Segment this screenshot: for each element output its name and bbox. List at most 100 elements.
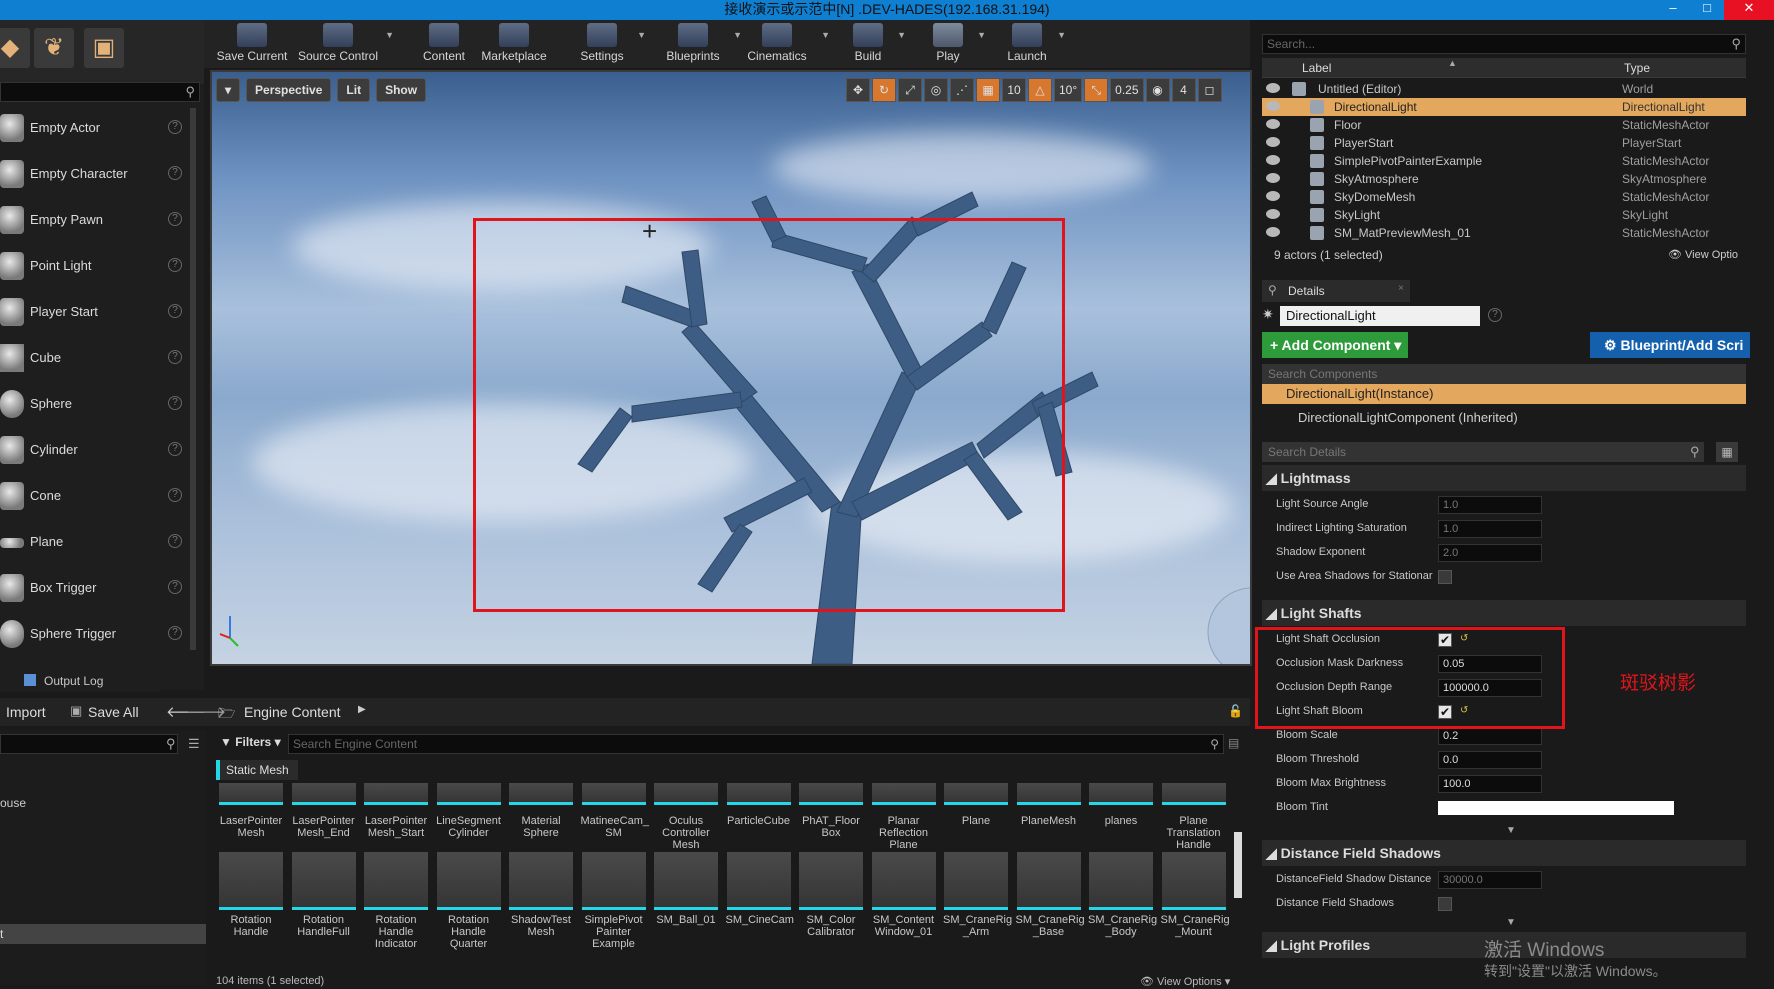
property-value-input[interactable]: 1.0 — [1438, 520, 1542, 538]
filters-button[interactable]: ▼ Filters ▾ — [220, 735, 281, 749]
help-icon[interactable]: ? — [168, 488, 182, 502]
property-value-input[interactable]: 100.0 — [1438, 775, 1542, 793]
source-folder-item[interactable]: ouse — [0, 796, 26, 810]
dropdown-arrow-icon[interactable]: ▼ — [385, 30, 394, 40]
place-item[interactable]: Point Light? — [0, 246, 190, 286]
property-matrix-icon[interactable]: ▦ — [1716, 442, 1738, 462]
visibility-eye-icon[interactable] — [1266, 191, 1280, 201]
asset-tile[interactable]: PlaneMesh — [1016, 783, 1082, 827]
dropdown-arrow-icon[interactable]: ▼ — [897, 30, 906, 40]
asset-tile[interactable]: Plane — [943, 783, 1009, 827]
outliner-row[interactable]: Untitled (Editor) World — [1262, 80, 1746, 98]
lit-button[interactable]: Lit — [337, 78, 371, 102]
grid-snap-icon[interactable]: ▦ — [976, 78, 1000, 102]
output-log-tab[interactable]: Output Log — [0, 670, 160, 692]
visibility-eye-icon[interactable] — [1266, 101, 1280, 111]
component-inherited[interactable]: DirectionalLightComponent (Inherited) — [1262, 408, 1746, 428]
asset-tile[interactable]: LineSegment Cylinder — [436, 783, 502, 839]
asset-tile[interactable]: SM_CraneRig _Mount — [1161, 852, 1230, 938]
visibility-eye-icon[interactable] — [1266, 155, 1280, 165]
camera-speed-icon[interactable]: ◉ — [1145, 78, 1170, 102]
save-search-icon[interactable]: ▤ — [1228, 736, 1239, 750]
property-value-input[interactable]: 0.0 — [1438, 751, 1542, 769]
help-icon[interactable]: ? — [168, 626, 182, 640]
asset-tile[interactable]: planes — [1088, 783, 1154, 827]
asset-tile[interactable]: Rotation HandleFull — [291, 852, 357, 938]
outliner-row[interactable]: SkyLight SkyLight — [1262, 206, 1746, 224]
asset-tile[interactable]: ShadowTest Mesh — [508, 852, 574, 938]
expand-advanced-icon[interactable]: ▼ — [1506, 825, 1516, 836]
minimize-icon[interactable]: – — [1656, 0, 1690, 20]
outliner-row[interactable]: SkyAtmosphere SkyAtmosphere — [1262, 170, 1746, 188]
outliner-row[interactable]: SkyDomeMesh StaticMeshActor — [1262, 188, 1746, 206]
sources-search-input[interactable] — [0, 734, 178, 754]
help-icon[interactable]: ? — [168, 304, 182, 318]
asset-tile[interactable]: Rotation Handle — [218, 852, 284, 938]
property-value-input[interactable]: 1.0 — [1438, 496, 1542, 514]
rotation-snap-icon[interactable]: △ — [1028, 78, 1052, 102]
asset-tile[interactable]: SM_Color Calibrator — [798, 852, 864, 938]
section-light-shafts[interactable]: ◢ Light Shafts — [1262, 600, 1746, 626]
property-value-input[interactable]: 2.0 — [1438, 544, 1542, 562]
asset-tile[interactable]: Oculus Controller Mesh — [653, 783, 719, 851]
property-checkbox[interactable] — [1438, 570, 1452, 584]
search-details-input[interactable]: Search Details — [1262, 442, 1704, 462]
save-current-button[interactable]: Save Current — [216, 20, 288, 68]
search-components-input[interactable]: Search Components — [1262, 364, 1746, 384]
asset-tile[interactable]: SM_CraneRig _Body — [1088, 852, 1157, 938]
build-button[interactable]: Build ▼ — [844, 20, 906, 68]
place-item[interactable]: Cylinder? — [0, 430, 190, 470]
camera-speed-value[interactable]: 4 — [1171, 78, 1196, 102]
dropdown-arrow-icon[interactable]: ▼ — [1057, 30, 1066, 40]
lock-icon[interactable]: 🔓 — [1228, 704, 1243, 718]
label-column-header[interactable]: Label — [1302, 61, 1331, 75]
play-button[interactable]: Play ▼ — [924, 20, 986, 68]
visibility-eye-icon[interactable] — [1266, 137, 1280, 147]
import-button[interactable]: Import — [6, 704, 46, 720]
place-item[interactable]: Empty Character? — [0, 154, 190, 194]
rotate-icon[interactable]: ↻ — [872, 78, 896, 102]
outliner-search-input[interactable]: Search... ⚲ — [1262, 34, 1746, 54]
category-basic-icon[interactable]: ◆ — [0, 28, 30, 68]
section-distance-field-shadows[interactable]: ◢ Distance Field Shadows — [1262, 840, 1746, 866]
show-button[interactable]: Show — [376, 78, 427, 102]
scale-icon[interactable]: ⤢ — [898, 78, 922, 102]
visibility-eye-icon[interactable] — [1266, 209, 1280, 219]
view-options-button[interactable]: 👁 View Options ▾ — [1140, 975, 1230, 988]
asset-tile[interactable]: SM_CraneRig _Arm — [943, 852, 1012, 938]
help-icon[interactable]: ? — [168, 258, 182, 272]
section-lightmass[interactable]: ◢ Lightmass — [1262, 465, 1746, 491]
add-component-button[interactable]: + Add Component ▾ — [1262, 332, 1408, 358]
asset-tile[interactable]: ParticleCube — [726, 783, 792, 827]
place-item[interactable]: Empty Pawn? — [0, 200, 190, 240]
help-icon[interactable]: ? — [168, 350, 182, 364]
visibility-eye-icon[interactable] — [1266, 227, 1280, 237]
category-lights-icon[interactable]: ❦ — [34, 28, 74, 68]
place-item[interactable]: Empty Actor? — [0, 108, 190, 148]
property-value-input[interactable]: 0.2 — [1438, 727, 1542, 745]
help-icon[interactable]: ? — [168, 534, 182, 548]
asset-tile[interactable]: Rotation Handle Indicator — [363, 852, 429, 950]
active-filter-tag[interactable]: Static Mesh — [216, 760, 298, 780]
close-icon[interactable]: × — [1398, 283, 1404, 294]
asset-tile[interactable]: SM_Ball_01 — [653, 852, 719, 926]
outliner-row[interactable]: Floor StaticMeshActor — [1262, 116, 1746, 134]
engine-content-search-input[interactable]: Search Engine Content ⚲ — [288, 734, 1224, 754]
outliner-view-options[interactable]: 👁 View Optio — [1668, 248, 1738, 261]
type-column-header[interactable]: Type — [1624, 61, 1650, 75]
place-item[interactable]: Plane? — [0, 522, 190, 562]
launch-button[interactable]: Launch ▼ — [1002, 20, 1066, 68]
asset-tile[interactable]: Plane Translation Handle — [1161, 783, 1227, 851]
help-icon[interactable]: ? — [168, 396, 182, 410]
marketplace-button[interactable]: Marketplace — [476, 20, 552, 68]
place-item[interactable]: Box Trigger? — [0, 568, 190, 608]
asset-tile[interactable]: SM_CineCam — [726, 852, 794, 926]
translate-icon[interactable]: ✥ — [846, 78, 870, 102]
viewport-options-button[interactable]: ▾ — [216, 78, 241, 102]
visibility-eye-icon[interactable] — [1266, 83, 1280, 93]
chevron-right-icon[interactable]: ▶ — [358, 704, 366, 715]
source-control-button[interactable]: Source Control ▼ — [296, 20, 394, 68]
dropdown-arrow-icon[interactable]: ▼ — [637, 30, 646, 40]
asset-tile[interactable]: Material Sphere — [508, 783, 574, 839]
maximize-icon[interactable]: □ — [1690, 0, 1724, 20]
